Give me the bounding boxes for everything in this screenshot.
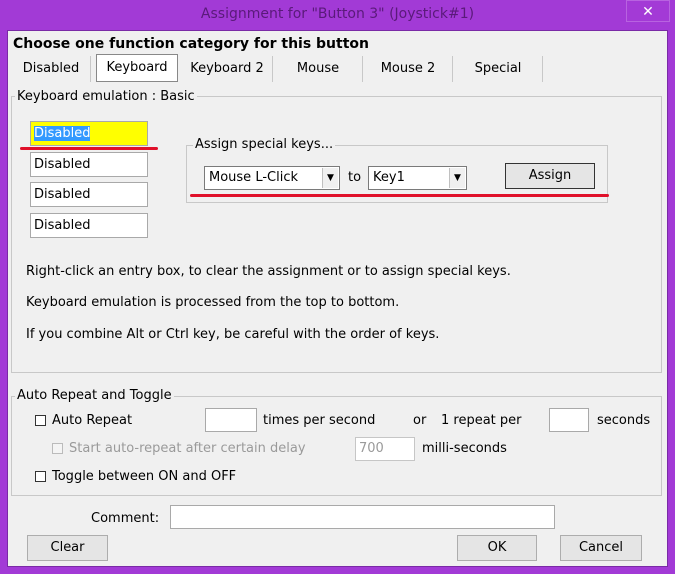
to-label: to: [348, 170, 362, 185]
delay-input[interactable]: 700: [355, 437, 415, 461]
delay-checkbox[interactable]: [52, 443, 63, 454]
annotation-underline-entry: [20, 147, 158, 150]
key-entry-1-text: Disabled: [34, 126, 91, 141]
keyboard-group-label: Keyboard emulation : Basic: [15, 89, 197, 104]
auto-repeat-label[interactable]: Auto Repeat: [52, 413, 132, 428]
title-bar[interactable]: Assignment for "Button 3" (Joystick#1) ✕: [0, 0, 675, 30]
help-text-3: If you combine Alt or Ctrl key, be caref…: [26, 327, 440, 342]
cancel-button[interactable]: Cancel: [560, 535, 642, 561]
help-text-1: Right-click an entry box, to clear the a…: [26, 264, 511, 279]
toggle-checkbox[interactable]: [35, 471, 46, 482]
help-text-2: Keyboard emulation is processed from the…: [26, 295, 400, 310]
delay-unit-label: milli-seconds: [422, 441, 507, 456]
chevron-down-icon[interactable]: ▼: [322, 168, 338, 188]
special-key-value: Mouse L-Click: [209, 170, 298, 185]
tab-keyboard[interactable]: Keyboard: [96, 54, 178, 82]
comment-label: Comment:: [91, 511, 160, 526]
toggle-label[interactable]: Toggle between ON and OFF: [52, 469, 236, 484]
key-entry-3[interactable]: Disabled: [30, 182, 148, 207]
seconds-label: seconds: [597, 413, 651, 428]
ok-button[interactable]: OK: [457, 535, 537, 561]
tab-mouse[interactable]: Mouse: [274, 56, 363, 82]
one-repeat-per-label: 1 repeat per: [441, 413, 522, 428]
times-per-second-label: times per second: [263, 413, 376, 428]
target-key-value: Key1: [373, 170, 405, 185]
times-per-second-input[interactable]: [205, 408, 257, 432]
assign-button[interactable]: Assign: [505, 163, 595, 189]
auto-repeat-checkbox[interactable]: [35, 415, 46, 426]
close-button[interactable]: ✕: [626, 0, 670, 22]
seconds-input[interactable]: [549, 408, 589, 432]
key-entry-4[interactable]: Disabled: [30, 213, 148, 238]
special-keys-label: Assign special keys...: [193, 137, 336, 152]
comment-input[interactable]: [170, 505, 555, 529]
special-key-select[interactable]: Mouse L-Click ▼: [204, 166, 340, 190]
key-entry-2[interactable]: Disabled: [30, 152, 148, 177]
category-heading: Choose one function category for this bu…: [13, 36, 369, 52]
tab-mouse-2[interactable]: Mouse 2: [364, 56, 453, 82]
tab-disabled[interactable]: Disabled: [12, 56, 91, 82]
tab-keyboard-2[interactable]: Keyboard 2: [182, 56, 273, 82]
dialog-window: Assignment for "Button 3" (Joystick#1) ✕…: [0, 0, 675, 574]
target-key-select[interactable]: Key1 ▼: [368, 166, 467, 190]
auto-repeat-group-label: Auto Repeat and Toggle: [15, 388, 174, 403]
clear-button[interactable]: Clear: [27, 535, 108, 561]
window-title: Assignment for "Button 3" (Joystick#1): [200, 6, 475, 22]
annotation-underline-special: [190, 194, 609, 197]
delay-label: Start auto-repeat after certain delay: [69, 441, 306, 456]
key-entry-1[interactable]: Disabled: [30, 121, 148, 146]
chevron-down-icon[interactable]: ▼: [449, 168, 465, 188]
tab-special[interactable]: Special: [454, 56, 543, 82]
or-label: or: [413, 413, 427, 428]
